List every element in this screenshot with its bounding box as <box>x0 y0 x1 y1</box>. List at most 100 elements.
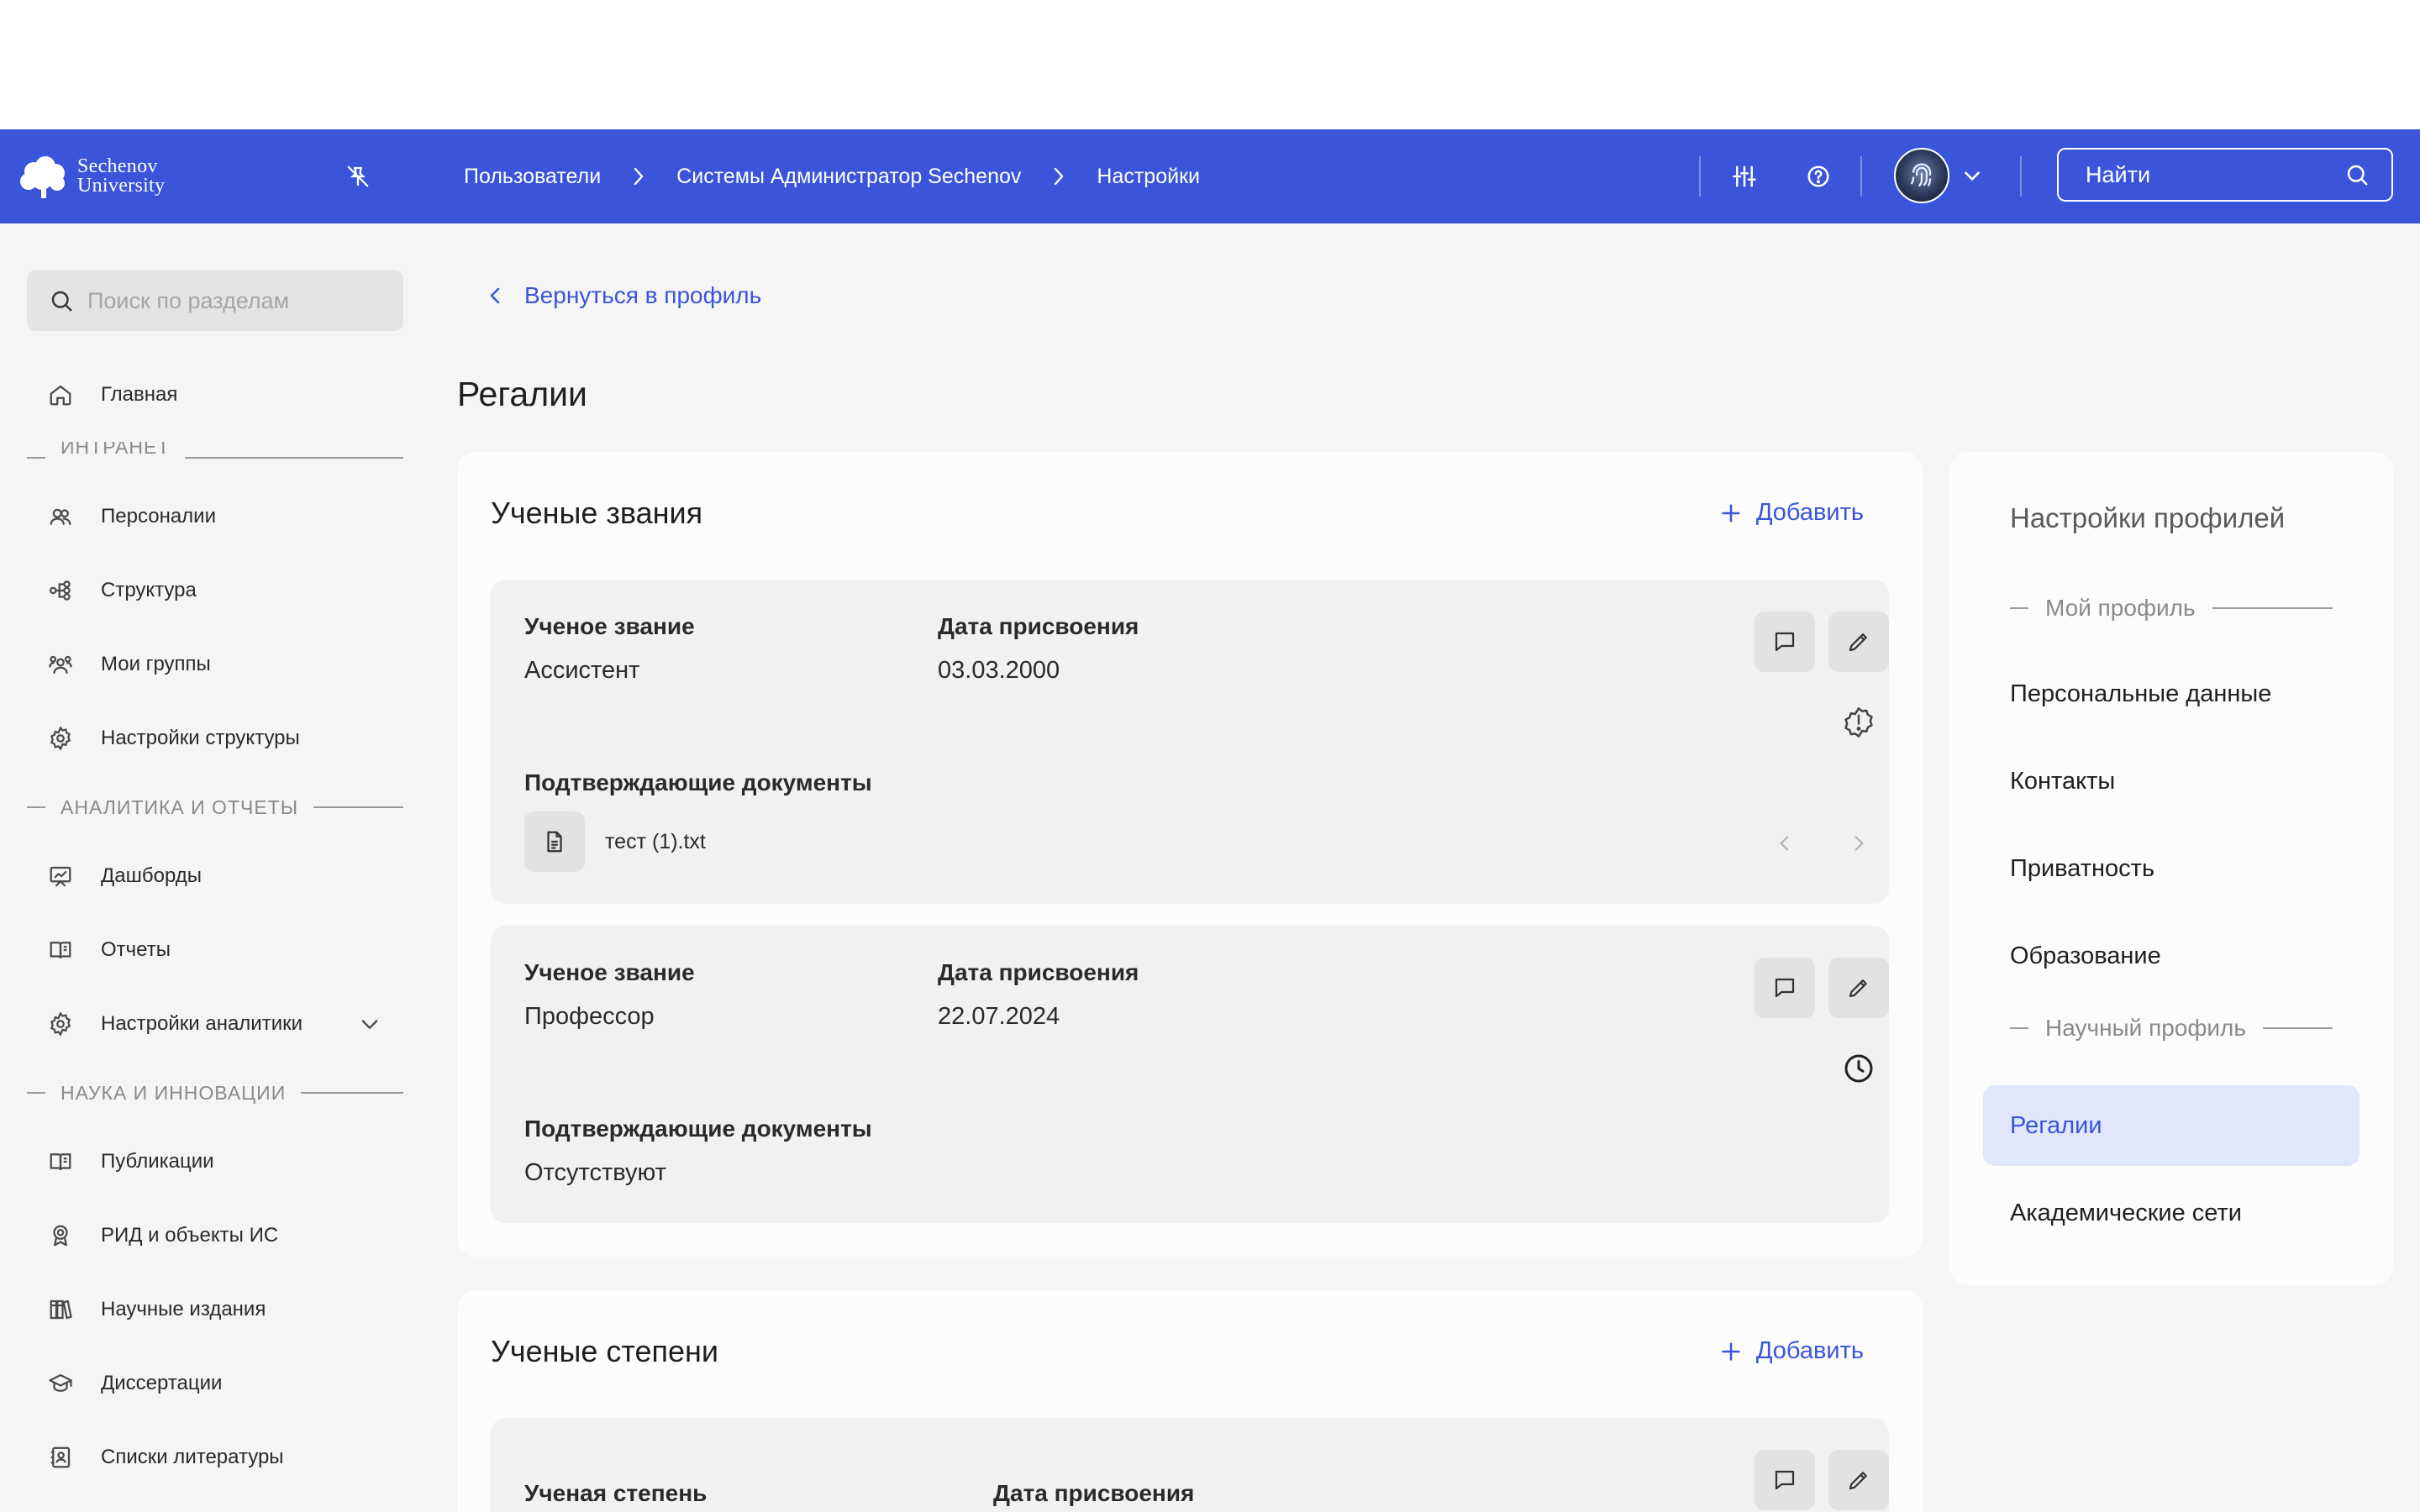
sidebar-item-analytics-settings[interactable]: Настройки аналитики <box>47 1004 383 1044</box>
academic-degrees-card: Ученые степени Добавить Ученая степень Д… <box>457 1290 1923 1512</box>
prev-doc-button[interactable] <box>1768 827 1802 860</box>
panel-item-education[interactable]: Образование <box>1983 916 2360 996</box>
section-label-science-profile: Научный профиль <box>2010 1013 2333 1043</box>
structure-icon <box>47 577 74 604</box>
sidebar-item-label: Главная <box>101 383 178 406</box>
sidebar-item-label: Мои группы <box>101 653 211 675</box>
header-divider <box>1860 156 1862 197</box>
section-title: АНАЛИТИКА И ОТЧЕТЫ <box>60 795 299 818</box>
sidebar-item-label: Дашборды <box>101 864 202 887</box>
file-icon <box>524 811 585 872</box>
comment-button[interactable] <box>1754 1450 1815 1510</box>
field-label: Ученая степень <box>524 1480 708 1506</box>
card-title: Ученые степени <box>491 1334 719 1368</box>
field-value: Ассистент <box>524 657 640 684</box>
next-doc-button[interactable] <box>1842 827 1876 860</box>
add-degree-button[interactable]: Добавить <box>1719 1337 1864 1365</box>
section-label-my-profile: Мой профиль <box>2010 593 2333 623</box>
sidebar-item-structure-settings[interactable]: Настройки структуры <box>47 718 300 759</box>
header-divider <box>1699 156 1701 197</box>
sidebar-search-placeholder: Поиск по разделам <box>87 287 290 313</box>
add-button-label: Добавить <box>1755 1337 1864 1364</box>
add-title-button[interactable]: Добавить <box>1719 499 1864 527</box>
sidebar-item-my-groups[interactable]: Мои группы <box>47 644 211 685</box>
sidebar-item-publications[interactable]: Публикации <box>47 1142 214 1182</box>
sidebar-item-label: Персоналии <box>101 505 216 528</box>
group-icon <box>47 651 74 678</box>
comment-icon <box>1775 632 1795 652</box>
sidebar-item-label: РИД и объекты ИС <box>101 1224 279 1247</box>
sidebar-item-reports[interactable]: Отчеты <box>47 930 171 970</box>
edit-button[interactable] <box>1828 958 1889 1018</box>
docs-label: Подтверждающие документы <box>524 1116 872 1142</box>
edit-button[interactable] <box>1828 612 1889 672</box>
field-label: Дата присвоения <box>938 613 1139 639</box>
section-label-analytics: АНАЛИТИКА И ОТЧЕТЫ <box>27 795 403 820</box>
title-entry: Ученое звание Профессор Дата присвоения … <box>491 926 1889 1223</box>
plus-icon <box>1719 501 1743 525</box>
panel-item-academic-networks[interactable]: Академические сети <box>1983 1173 2360 1253</box>
panel-item-privacy[interactable]: Приватность <box>1983 828 2360 909</box>
help-button[interactable] <box>1798 156 1839 197</box>
user-menu[interactable] <box>1894 148 1983 203</box>
contacts-book-icon <box>47 1444 74 1471</box>
edit-button[interactable] <box>1828 1450 1889 1510</box>
section-title: НАУКА И ИННОВАЦИИ <box>60 1081 287 1104</box>
chevron-left-icon <box>486 283 506 308</box>
field-value: 22.07.2024 <box>938 1003 1060 1030</box>
home-icon <box>47 381 74 408</box>
sidebar-item-structure[interactable]: Структура <box>47 570 197 611</box>
books-icon <box>47 1296 74 1323</box>
field-value: Профессор <box>524 1003 655 1030</box>
alert-badge-icon <box>1842 706 1876 739</box>
gear-icon <box>47 1011 74 1037</box>
sidebar-item-label: Научные издания <box>101 1298 266 1320</box>
help-icon <box>1807 165 1829 187</box>
sidebar-item-personalii[interactable]: Персоналии <box>47 496 216 537</box>
book-icon <box>47 937 74 963</box>
logo-text: Sechenov University <box>77 156 165 196</box>
filters-button[interactable] <box>1724 156 1765 197</box>
sidebar-item-dissertations[interactable]: Диссертации <box>47 1363 222 1404</box>
breadcrumb-item-users[interactable]: Пользователи <box>464 165 601 189</box>
comment-button[interactable] <box>1754 612 1815 672</box>
chevron-down-icon[interactable] <box>358 1012 381 1042</box>
document-item[interactable]: тест (1).txt <box>524 811 706 872</box>
pin-off-icon <box>347 165 369 187</box>
top-blank-area <box>0 0 2420 129</box>
sidebar-item-journals[interactable]: Научные издания <box>47 1289 266 1330</box>
academic-titles-card: Ученые звания Добавить Ученое звание Асс… <box>457 452 1923 1257</box>
breadcrumb-item-admin[interactable]: Системы Администратор Sechenov <box>676 165 1021 189</box>
chevron-down-icon <box>1961 165 1983 186</box>
search-icon[interactable] <box>2344 162 2370 187</box>
back-to-profile-link[interactable]: Вернуться в профиль <box>486 282 761 309</box>
chevron-right-icon <box>1051 165 1066 187</box>
sidebar-item-dashboards[interactable]: Дашборды <box>47 856 202 896</box>
comment-button[interactable] <box>1754 958 1815 1018</box>
university-logo[interactable]: Sechenov University <box>17 153 165 200</box>
title-entry: Ученое звание Ассистент Дата присвоения … <box>491 580 1889 904</box>
sidebar-item-label: Структура <box>101 579 197 601</box>
unpin-sidebar-button[interactable] <box>341 160 375 193</box>
chevron-right-icon <box>631 165 646 187</box>
dashboard-icon <box>47 863 74 890</box>
chevron-right-icon <box>1854 836 1864 851</box>
breadcrumb-item-settings[interactable]: Настройки <box>1097 165 1200 189</box>
document-name: тест (1).txt <box>605 829 706 853</box>
page-title: Регалии <box>457 375 587 413</box>
sidebar-item-home[interactable]: Главная <box>47 375 177 415</box>
profile-settings-panel: Настройки профилей Мой профиль Персональ… <box>1949 452 2393 1285</box>
sidebar-item-references[interactable]: Списки литературы <box>47 1437 284 1478</box>
sidebar-item-rid[interactable]: РИД и объекты ИС <box>47 1215 278 1256</box>
chevron-left-icon <box>1780 836 1789 851</box>
panel-item-contacts[interactable]: Контакты <box>1983 741 2360 822</box>
sidebar-item-label: Настройки аналитики <box>101 1012 303 1035</box>
panel-item-personal-data[interactable]: Персональные данные <box>1983 654 2360 734</box>
sidebar-search-input[interactable]: Поиск по разделам <box>27 270 403 331</box>
field-label: Дата присвоения <box>993 1480 1195 1506</box>
global-search-input[interactable]: Найти <box>2057 148 2393 202</box>
panel-title: Настройки профилей <box>2010 502 2286 533</box>
panel-item-regalia[interactable]: Регалии <box>1983 1085 2360 1166</box>
search-icon <box>51 291 72 312</box>
sidebar-item-label: Диссертации <box>101 1372 223 1394</box>
